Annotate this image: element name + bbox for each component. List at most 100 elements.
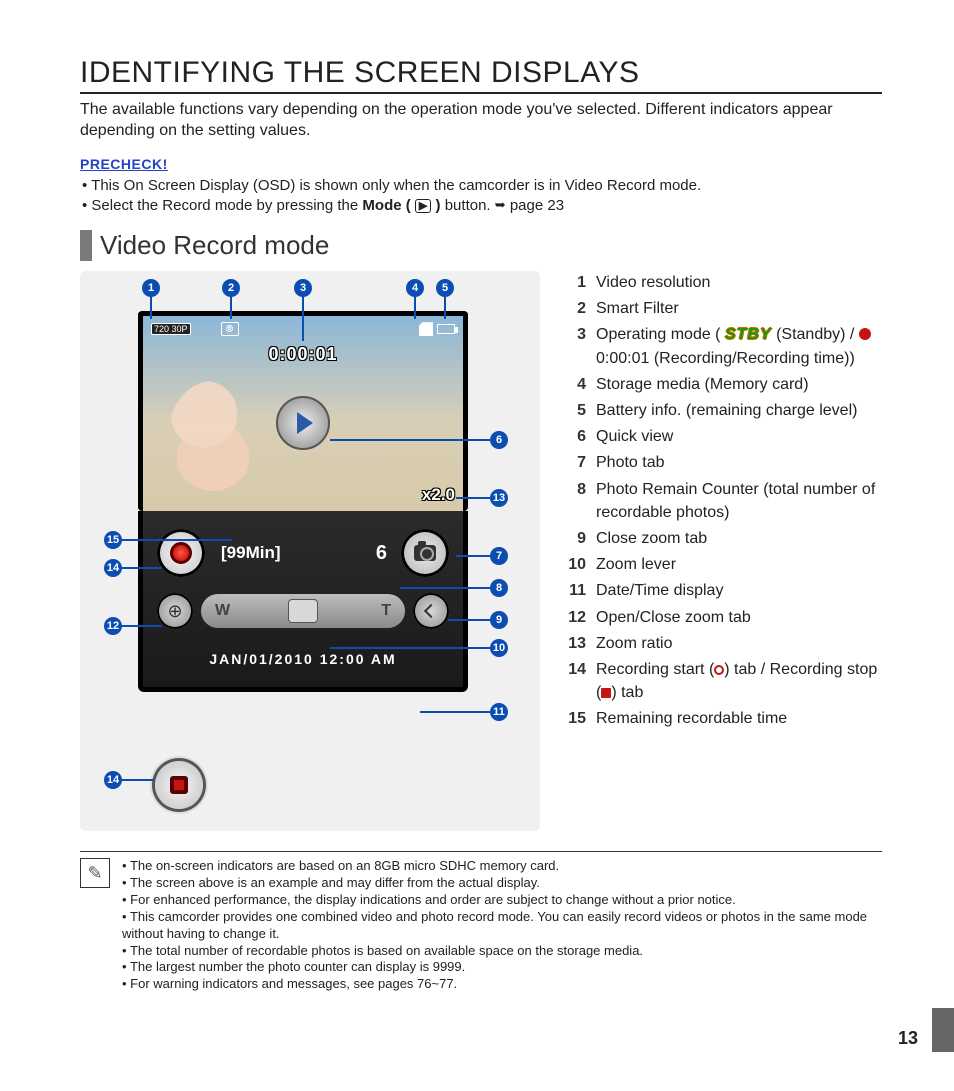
remaining-time: [99Min]: [219, 543, 362, 563]
note-item: For enhanced performance, the display in…: [122, 892, 882, 909]
legend-item: Smart Filter: [596, 297, 679, 320]
callout-lead: [448, 619, 490, 621]
zoom-ratio: x2.0: [422, 485, 455, 505]
legend-item: Recording start () tab / Recording stop …: [596, 658, 882, 704]
notes-list: The on-screen indicators are based on an…: [122, 858, 882, 993]
legend-item: Operating mode ( STBY (Standby) / 0:00:0…: [596, 323, 882, 369]
intro-text: The available functions vary depending o…: [80, 100, 882, 142]
zoom-wide: W: [215, 602, 230, 620]
callout-pin: 8: [490, 579, 508, 597]
callout-lead: [330, 647, 490, 649]
battery-icon: [437, 324, 455, 334]
callout-lead: [230, 297, 232, 319]
legend-item: Photo tab: [596, 451, 665, 474]
zoom-lever[interactable]: W T: [201, 594, 405, 628]
legend-item: Quick view: [596, 425, 673, 448]
legend-item: Close zoom tab: [596, 527, 707, 550]
text: ): [436, 197, 441, 214]
legend-item: Remaining recordable time: [596, 707, 787, 730]
legend-item: Photo Remain Counter (total number of re…: [596, 478, 882, 524]
zoom-tele: T: [381, 602, 391, 620]
callout-lead: [122, 625, 162, 627]
mode-icon: ▶: [415, 199, 431, 213]
callout-lead: [414, 297, 416, 319]
record-start-icon: [714, 665, 724, 675]
note-item: The screen above is an example and may d…: [122, 875, 882, 892]
note-item: The largest number the photo counter can…: [122, 959, 882, 976]
text: Operating mode (: [596, 326, 725, 343]
notes-separator: [80, 851, 882, 852]
legend-item: Zoom lever: [596, 553, 676, 576]
note-item: The on-screen indicators are based on an…: [122, 858, 882, 875]
section-heading: Video Record mode: [80, 230, 882, 261]
magnifier-icon: ⊕: [167, 601, 182, 622]
callout-pin: 3: [294, 279, 312, 297]
arrow-icon: ➥: [495, 196, 506, 214]
text: page 23: [510, 197, 564, 214]
text: Select the Record mode by pressing the: [91, 197, 362, 214]
note-item: The total number of recordable photos is…: [122, 943, 882, 960]
callout-pin: 12: [104, 617, 122, 635]
precheck-item: This On Screen Display (OSD) is shown on…: [100, 176, 882, 196]
text: ) tab: [611, 684, 643, 701]
quick-view-button[interactable]: [276, 396, 330, 450]
text: 0:00:01 (Recording/Recording time)): [596, 350, 855, 367]
callout-pin: 5: [436, 279, 454, 297]
callout-lead: [444, 297, 446, 319]
callout-pin: 6: [490, 431, 508, 449]
record-stop-button[interactable]: [155, 761, 203, 809]
text: Recording start (: [596, 661, 714, 678]
callout-pin: 15: [104, 531, 122, 549]
callout-pin: 1: [142, 279, 160, 297]
legend-list: 1Video resolution 2Smart Filter 3 Operat…: [564, 271, 882, 730]
note-item: For warning indicators and messages, see…: [122, 976, 882, 993]
callout-pin: 7: [490, 547, 508, 565]
callout-lead: [456, 497, 490, 499]
callout-lead: [400, 587, 490, 589]
page-number: 13: [898, 1028, 918, 1049]
callout-pin: 2: [222, 279, 240, 297]
callout-pin: 9: [490, 611, 508, 629]
legend-item: Open/Close zoom tab: [596, 606, 751, 629]
callout-lead: [330, 439, 490, 441]
edge-tab: [932, 1008, 954, 1052]
close-zoom-button[interactable]: [413, 593, 449, 629]
date-time-display: JAN/01/2010 12:00 AM: [157, 651, 449, 667]
legend-item: Zoom ratio: [596, 632, 672, 655]
record-stop-icon: [601, 688, 611, 698]
page-title: IDENTIFYING THE SCREEN DISPLAYS: [80, 56, 882, 94]
callout-pin: 10: [490, 639, 508, 657]
callout-pin: 14: [104, 559, 122, 577]
callout-pin: 4: [406, 279, 424, 297]
photo-tab-button[interactable]: [401, 529, 449, 577]
zoom-handle[interactable]: [288, 599, 318, 623]
screen-figure: 720 30P ⦾ 0:00:01 x2.0 [99Min] 6: [80, 271, 540, 831]
camera-icon: [414, 545, 436, 561]
text: button.: [445, 197, 495, 214]
callout-pin: 14: [104, 771, 122, 789]
camcorder-screen: 720 30P ⦾ 0:00:01 x2.0: [138, 311, 468, 511]
callout-pin: 13: [490, 489, 508, 507]
precheck-item: Select the Record mode by pressing the M…: [100, 196, 882, 216]
callout-pin: 11: [490, 703, 508, 721]
resolution-icon: 720 30P: [151, 323, 191, 335]
photo-remain-counter: 6: [376, 542, 387, 565]
callout-lead: [456, 555, 490, 557]
note-item: This camcorder provides one combined vid…: [122, 909, 882, 943]
open-close-zoom-button[interactable]: ⊕: [157, 593, 193, 629]
record-start-button[interactable]: [157, 529, 205, 577]
legend-item: Battery info. (remaining charge level): [596, 399, 857, 422]
callout-lead: [302, 297, 304, 341]
photo-child: [168, 381, 258, 491]
callout-lead: [122, 779, 154, 781]
record-dot-icon: [859, 328, 871, 340]
legend-item: Storage media (Memory card): [596, 373, 809, 396]
callout-lead: [420, 711, 490, 713]
text: (Standby) /: [772, 326, 859, 343]
stby-label: STBY: [725, 326, 772, 343]
note-icon: ✎: [80, 858, 110, 888]
legend-item: Date/Time display: [596, 579, 723, 602]
text: Mode (: [362, 197, 410, 214]
callout-lead: [150, 297, 152, 319]
precheck-list: This On Screen Display (OSD) is shown on…: [80, 176, 882, 217]
